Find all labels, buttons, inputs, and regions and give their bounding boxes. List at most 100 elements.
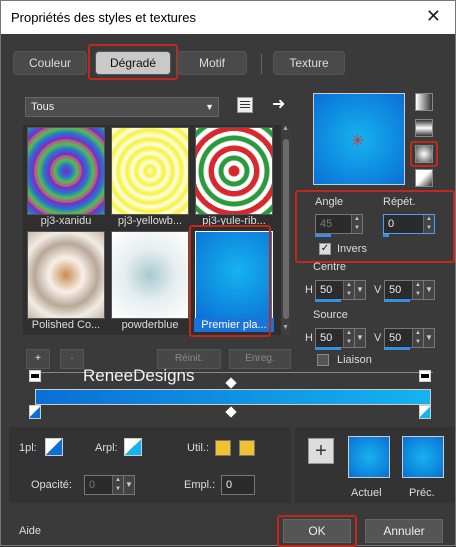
centre-h-spin-icon[interactable]: ▲ ▼: [343, 281, 354, 299]
bottom-stop-left[interactable]: [29, 405, 41, 419]
bottom-midpoint[interactable]: [225, 406, 237, 418]
source-h-label: H: [305, 332, 313, 344]
top-stop-right[interactable]: [419, 370, 431, 382]
thumb-powderblue[interactable]: [111, 231, 189, 319]
chevron-down-icon[interactable]: ▼: [354, 280, 366, 300]
help-link[interactable]: Aide: [19, 525, 41, 537]
scroll-down-icon[interactable]: ▼: [282, 324, 289, 331]
first-plan-swatch[interactable]: [45, 438, 63, 456]
dialog-title: Propriétés des styles et textures: [11, 10, 196, 25]
center-marker-icon[interactable]: ✳: [351, 131, 364, 151]
source-h-value: 50: [320, 332, 333, 344]
invert-label: Invers: [337, 243, 367, 255]
arpl-label: Arpl:: [95, 442, 118, 454]
rectangular-style-icon[interactable]: [415, 119, 433, 137]
save-button[interactable]: Enreg.: [229, 349, 291, 369]
chevron-down-icon[interactable]: ▼: [423, 280, 435, 300]
gradient-bar[interactable]: [35, 389, 431, 405]
repeat-input[interactable]: 0 ▲ ▼: [383, 214, 435, 234]
title-bar: Propriétés des styles et textures ✕: [1, 1, 455, 34]
category-value: Tous: [31, 101, 55, 113]
centre-v-spin-icon[interactable]: ▲ ▼: [412, 281, 423, 299]
arpl-swatch[interactable]: [124, 438, 142, 456]
repeat-label: Répét.: [383, 196, 416, 208]
add-gradient-button[interactable]: +: [26, 349, 50, 369]
source-v-value: 50: [389, 332, 402, 344]
gallery-scrollbar[interactable]: ▲ ▼: [281, 125, 291, 335]
sunburst-style-icon[interactable]: [415, 169, 433, 187]
close-icon[interactable]: ✕: [426, 6, 441, 27]
util-swatch-1[interactable]: [215, 440, 231, 456]
source-v-input[interactable]: 50 ▲ ▼ ▼: [384, 328, 435, 348]
watermark-text: ReneeDesigns: [83, 366, 195, 385]
angle-slider[interactable]: [315, 234, 331, 237]
gradient-preview[interactable]: ✳: [313, 93, 405, 185]
cancel-button[interactable]: Annuler: [365, 519, 443, 543]
arrow-right-icon[interactable]: ➜: [272, 94, 285, 114]
linear-style-icon[interactable]: [415, 93, 433, 111]
current-swatch[interactable]: [348, 436, 390, 478]
category-dropdown[interactable]: Tous ▼: [25, 97, 219, 117]
styles-dialog: Propriétés des styles et textures ✕ Coul…: [0, 0, 456, 547]
angle-label: Angle: [315, 196, 344, 208]
chevron-down-icon[interactable]: ▼: [423, 328, 435, 348]
link-label: Liaison: [337, 354, 372, 366]
repeat-slider[interactable]: [383, 234, 389, 237]
repeat-value: 0: [388, 218, 395, 230]
tab-couleur[interactable]: Couleur: [13, 51, 87, 75]
thumb-pj3-yule-rib[interactable]: [195, 127, 273, 215]
bottom-stop-right[interactable]: [419, 405, 431, 419]
empl-value: 0: [226, 479, 233, 491]
centre-h-label: H: [305, 284, 313, 296]
chevron-down-icon: ▼: [205, 102, 214, 112]
empl-input[interactable]: 0: [221, 475, 255, 495]
list-view-icon[interactable]: [237, 97, 253, 113]
thumb-pj3-xanidu[interactable]: [27, 127, 105, 215]
util-swatch-2[interactable]: [239, 440, 255, 456]
source-h-input[interactable]: 50 ▲ ▼ ▼: [315, 328, 366, 348]
top-midpoint[interactable]: [225, 377, 237, 389]
thumb-label: powderblue: [121, 319, 179, 331]
scroll-thumb[interactable]: [283, 139, 289, 319]
empl-label: Empl.:: [184, 479, 216, 491]
opacity-spin-icon[interactable]: ▲ ▼: [112, 476, 123, 494]
centre-h-input[interactable]: 50 ▲ ▼ ▼: [315, 280, 366, 300]
centre-v-slider[interactable]: [384, 299, 410, 302]
source-h-spin-icon[interactable]: ▲ ▼: [343, 329, 354, 347]
thumb-label: pj3-yellowb...: [117, 215, 183, 227]
highlight-selected-thumb: [189, 225, 271, 337]
previous-label: Préc.: [409, 487, 435, 499]
highlight-ok-button: [277, 515, 357, 547]
remove-gradient-button[interactable]: -: [60, 349, 84, 369]
link-checkbox[interactable]: [317, 354, 329, 366]
opacity-input[interactable]: 0 ▲ ▼ ▼: [84, 475, 135, 495]
opacity-label: Opacité:: [31, 479, 72, 491]
source-v-spin-icon[interactable]: ▲ ▼: [412, 329, 423, 347]
previous-swatch[interactable]: [402, 436, 444, 478]
invert-checkbox[interactable]: ✓: [319, 243, 331, 255]
tab-texture[interactable]: Texture: [273, 51, 345, 75]
current-label: Actuel: [351, 487, 382, 499]
centre-v-label: V: [374, 284, 382, 296]
chevron-down-icon[interactable]: ▼: [123, 475, 135, 495]
centre-v-value: 50: [389, 284, 402, 296]
highlight-radial-style: [410, 141, 438, 167]
source-label: Source: [313, 309, 348, 321]
source-v-label: V: [374, 332, 382, 344]
angle-input[interactable]: 45 ▲ ▼: [315, 214, 363, 234]
thumb-polished-copper[interactable]: [27, 231, 105, 319]
top-stop-left[interactable]: [29, 370, 41, 382]
tab-motif[interactable]: Motif: [177, 51, 247, 75]
scroll-up-icon[interactable]: ▲: [282, 125, 289, 132]
thumb-label: pj3-xanidu: [40, 215, 92, 227]
source-v-slider[interactable]: [384, 347, 410, 350]
chevron-down-icon[interactable]: ▼: [354, 328, 366, 348]
angle-spin-icon[interactable]: ▲ ▼: [351, 215, 362, 233]
util-label: Util.:: [187, 442, 209, 454]
repeat-spin-icon[interactable]: ▲ ▼: [423, 215, 434, 233]
centre-v-input[interactable]: 50 ▲ ▼ ▼: [384, 280, 435, 300]
add-swatch-icon[interactable]: +: [308, 438, 334, 464]
source-h-slider[interactable]: [315, 347, 341, 350]
thumb-pj3-yellowb[interactable]: [111, 127, 189, 215]
centre-h-slider[interactable]: [315, 299, 341, 302]
